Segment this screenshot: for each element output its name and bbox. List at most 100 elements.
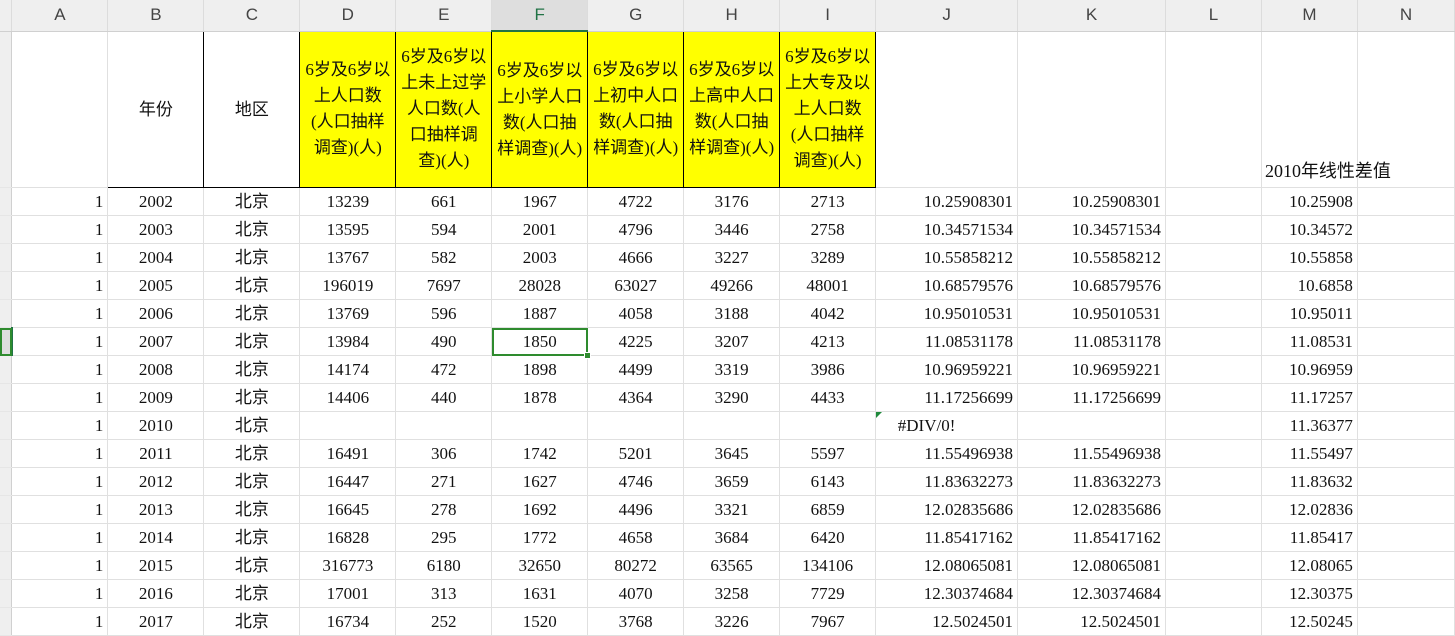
cell-empty[interactable] — [1165, 551, 1262, 580]
cell-a[interactable]: 1 — [11, 523, 109, 552]
cell-i[interactable]: 48001 — [779, 271, 877, 300]
row-header[interactable] — [0, 215, 13, 244]
cell-d[interactable]: 316773 — [299, 551, 397, 580]
cell-e[interactable]: 278 — [395, 495, 493, 524]
cell-h[interactable]: 49266 — [683, 271, 781, 300]
cell-g[interactable]: 4496 — [587, 495, 685, 524]
cell-year[interactable]: 2017 — [107, 607, 205, 636]
cell-k[interactable]: 11.08531178 — [1017, 327, 1166, 356]
cell-year[interactable]: 2009 — [107, 383, 205, 412]
cell-empty[interactable] — [1165, 439, 1262, 468]
cell-empty[interactable] — [1357, 579, 1455, 608]
cell-d-header[interactable]: 6岁及6岁以上人口数(人口抽样调查)(人) — [299, 30, 397, 188]
cell-d[interactable]: 13595 — [299, 215, 397, 244]
cell-k[interactable]: 11.83632273 — [1017, 467, 1166, 496]
cell-region[interactable]: 北京 — [203, 355, 301, 384]
row-header[interactable] — [0, 551, 13, 580]
cell-f[interactable]: 1887 — [491, 299, 589, 328]
column-header-b[interactable]: B — [107, 0, 205, 32]
cell-f[interactable]: 1772 — [491, 523, 589, 552]
cell-year[interactable]: 2013 — [107, 495, 205, 524]
cell-e-header[interactable]: 6岁及6岁以上未上过学人口数(人口抽样调查)(人) — [395, 30, 493, 188]
cell-e[interactable]: 252 — [395, 607, 493, 636]
row-header[interactable] — [0, 271, 13, 300]
cell-d[interactable]: 16828 — [299, 523, 397, 552]
cell-j[interactable]: 12.5024501 — [875, 607, 1019, 636]
cell-i[interactable]: 4042 — [779, 299, 877, 328]
row-header[interactable] — [0, 187, 13, 216]
cell-region[interactable]: 北京 — [203, 523, 301, 552]
row-header[interactable] — [0, 243, 13, 272]
cell-year[interactable]: 2015 — [107, 551, 205, 580]
cell-g[interactable]: 4058 — [587, 299, 685, 328]
cell-h[interactable]: 3227 — [683, 243, 781, 272]
cell-h[interactable] — [683, 411, 781, 440]
cell-d[interactable]: 17001 — [299, 579, 397, 608]
cell-j[interactable]: 12.08065081 — [875, 551, 1019, 580]
cell-f[interactable]: 1692 — [491, 495, 589, 524]
cell-e[interactable]: 490 — [395, 327, 493, 356]
cell-e[interactable] — [395, 411, 493, 440]
cell-empty[interactable] — [1357, 187, 1455, 216]
cell-h[interactable]: 3319 — [683, 355, 781, 384]
cell-e[interactable]: 295 — [395, 523, 493, 552]
cell-h[interactable]: 3226 — [683, 607, 781, 636]
cell-d[interactable]: 16491 — [299, 439, 397, 468]
cell-a[interactable]: 1 — [11, 299, 109, 328]
cell-f[interactable]: 1967 — [491, 187, 589, 216]
cell-a[interactable]: 1 — [11, 383, 109, 412]
row-header[interactable] — [0, 607, 13, 636]
cell-e[interactable]: 313 — [395, 579, 493, 608]
cell-empty[interactable] — [1357, 355, 1455, 384]
cell-d[interactable] — [299, 411, 397, 440]
cell-a[interactable]: 1 — [11, 551, 109, 580]
cell-i[interactable]: 4433 — [779, 383, 877, 412]
cell-empty[interactable] — [1165, 579, 1262, 608]
cell-f-header[interactable]: 6岁及6岁以上小学人口数(人口抽样调查)(人) — [491, 30, 589, 188]
cell-year[interactable]: 2011 — [107, 439, 205, 468]
cell-h[interactable]: 3659 — [683, 467, 781, 496]
column-header-a[interactable]: A — [11, 0, 109, 32]
cell-j[interactable]: 10.68579576 — [875, 271, 1019, 300]
cell-empty[interactable] — [1165, 467, 1262, 496]
cell-j[interactable]: 10.34571534 — [875, 215, 1019, 244]
cell-k[interactable]: 12.30374684 — [1017, 579, 1166, 608]
cell-region[interactable]: 北京 — [203, 551, 301, 580]
cell-f[interactable]: 1850 — [491, 327, 592, 359]
cell-e[interactable]: 6180 — [395, 551, 493, 580]
cell-i[interactable]: 3986 — [779, 355, 877, 384]
cell-g[interactable]: 63027 — [587, 271, 685, 300]
cell-k[interactable]: 12.02835686 — [1017, 495, 1166, 524]
cell-empty[interactable] — [1357, 411, 1455, 440]
cell-a[interactable]: 1 — [11, 187, 109, 216]
cell-empty[interactable] — [1165, 355, 1262, 384]
cell-f[interactable]: 1742 — [491, 439, 589, 468]
cell-h[interactable]: 3645 — [683, 439, 781, 468]
cell-empty[interactable] — [1357, 551, 1455, 580]
cell-e[interactable]: 472 — [395, 355, 493, 384]
cell-i-header[interactable]: 6岁及6岁以上大专及以上人口数(人口抽样调查)(人) — [779, 30, 877, 188]
cell-f[interactable]: 28028 — [491, 271, 589, 300]
cell-year[interactable]: 2005 — [107, 271, 205, 300]
cell-e[interactable]: 440 — [395, 383, 493, 412]
cell-m[interactable]: 11.55497 — [1261, 439, 1358, 468]
error-indicator-icon[interactable] — [876, 412, 883, 418]
cell-empty[interactable] — [1357, 523, 1455, 552]
cell-j[interactable]: 12.02835686 — [875, 495, 1019, 524]
row-header[interactable] — [0, 523, 13, 552]
cell-f[interactable]: 1631 — [491, 579, 589, 608]
row-header[interactable] — [0, 31, 13, 188]
cell-empty[interactable] — [1357, 467, 1455, 496]
cell-h[interactable]: 3684 — [683, 523, 781, 552]
cell-d[interactable]: 13769 — [299, 299, 397, 328]
cell-empty[interactable] — [1165, 607, 1262, 636]
cell-year[interactable]: 2014 — [107, 523, 205, 552]
cell-empty[interactable] — [1357, 607, 1455, 636]
cell-i[interactable]: 7729 — [779, 579, 877, 608]
cell-a[interactable]: 1 — [11, 467, 109, 496]
cell-a[interactable]: 1 — [11, 607, 109, 636]
cell-d[interactable]: 13984 — [299, 327, 397, 356]
row-header[interactable] — [0, 327, 13, 356]
cell-e[interactable]: 594 — [395, 215, 493, 244]
cell-empty[interactable] — [1165, 411, 1262, 440]
